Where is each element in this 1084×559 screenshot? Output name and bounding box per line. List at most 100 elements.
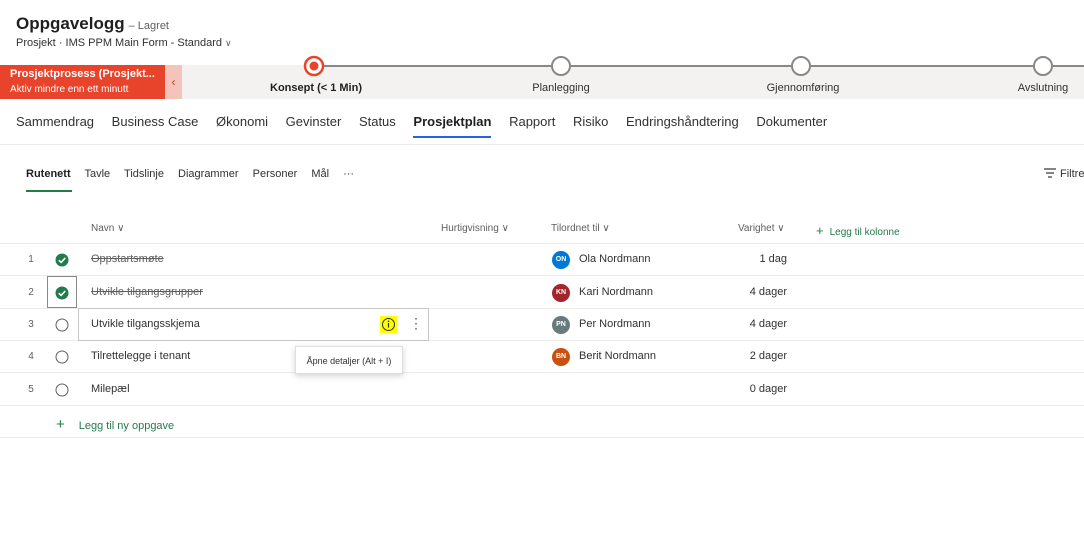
stage-marker-dot: [309, 61, 319, 71]
task-name[interactable]: Utvikle tilgangsskjema: [91, 318, 200, 330]
incomplete-circle-icon[interactable]: [55, 383, 69, 397]
form-tabs: Sammendrag Business Case Økonomi Gevinst…: [16, 114, 841, 138]
row-number: 2: [28, 287, 34, 298]
plus-icon: +: [816, 223, 824, 238]
more-icon[interactable]: ···: [343, 168, 354, 180]
avatar: PN: [552, 316, 570, 334]
task-duration[interactable]: 1 dag: [737, 253, 787, 265]
title-text: Oppgavelogg: [16, 14, 125, 33]
avatar: BN: [552, 348, 570, 366]
table-row[interactable]: 4 Tilrettelegge i tenant BN Berit Nordma…: [0, 341, 1084, 372]
tab-personer[interactable]: Personer: [253, 168, 298, 180]
row-number: 1: [28, 254, 34, 265]
column-header-name[interactable]: Navn ∨: [91, 223, 124, 234]
task-duration[interactable]: 2 dager: [737, 350, 787, 362]
stage-konsept[interactable]: Konsept (< 1 Min): [270, 82, 362, 94]
task-duration[interactable]: 4 dager: [737, 286, 787, 298]
assignee-name[interactable]: Ola Nordmann: [579, 253, 651, 265]
avatar: ON: [552, 251, 570, 269]
add-task-button[interactable]: + Legg til ny oppgave: [56, 416, 174, 433]
save-status: – Lagret: [128, 20, 169, 32]
tab-business-case[interactable]: Business Case: [112, 114, 199, 129]
column-header-duration[interactable]: Varighet ∨: [738, 223, 785, 234]
filter-label: Filtre: [1060, 168, 1084, 180]
assignee-name[interactable]: Kari Nordmann: [579, 286, 653, 298]
stage-marker[interactable]: [551, 56, 571, 76]
stage-marker[interactable]: [1033, 56, 1053, 76]
tab-prosjektplan[interactable]: Prosjektplan: [413, 114, 492, 138]
tab-mal[interactable]: Mål: [311, 168, 329, 180]
row-divider: [0, 405, 1084, 406]
tab-tidslinje[interactable]: Tidslinje: [124, 168, 164, 180]
more-options-icon[interactable]: ⋮: [409, 315, 423, 332]
task-name[interactable]: Utvikle tilgangsgrupper: [91, 286, 203, 298]
stage-avslutning[interactable]: Avslutning: [1018, 82, 1069, 94]
form-selector[interactable]: Prosjekt · IMS PPM Main Form - Standard ∨: [16, 37, 232, 49]
tab-risiko[interactable]: Risiko: [573, 114, 608, 129]
task-duration[interactable]: 0 dager: [737, 383, 787, 395]
page-title: Oppgavelogg – Lagret: [16, 14, 169, 34]
plus-icon: +: [56, 416, 65, 433]
filter-button[interactable]: Filtre: [1044, 168, 1084, 180]
table-row[interactable]: 1 Oppstartsmøte ON Ola Nordmann 1 dag: [0, 244, 1084, 275]
column-header-quickview[interactable]: Hurtigvisning ∨: [441, 223, 509, 234]
tab-okonomi[interactable]: Økonomi: [216, 114, 268, 129]
add-column-button[interactable]: + Legg til kolonne: [816, 223, 900, 238]
chevron-down-icon: ∨: [501, 223, 509, 234]
form-name: IMS PPM Main Form - Standard: [65, 37, 223, 49]
assignee-name[interactable]: Berit Nordmann: [579, 350, 656, 362]
tab-tavle[interactable]: Tavle: [84, 168, 110, 180]
tab-rutenett[interactable]: Rutenett: [26, 168, 71, 180]
column-name-label: Navn: [91, 223, 115, 234]
stage-gjennomforing[interactable]: Gjennomføring: [767, 82, 840, 94]
column-quickview-label: Hurtigvisning: [441, 223, 499, 234]
stage-marker[interactable]: [791, 56, 811, 76]
tab-endringshandtering[interactable]: Endringshåndtering: [626, 114, 739, 129]
process-name: Prosjektprosess (Prosjekt...: [10, 68, 155, 80]
entity-label: Prosjekt: [16, 37, 56, 49]
tab-dokumenter[interactable]: Dokumenter: [756, 114, 827, 129]
chevron-down-icon[interactable]: ∨: [225, 38, 232, 48]
task-duration[interactable]: 4 dager: [737, 318, 787, 330]
add-column-label: Legg til kolonne: [829, 227, 900, 238]
chevron-down-icon: ∨: [602, 223, 610, 234]
table-row[interactable]: 5 Milepæl 0 dager: [0, 373, 1084, 405]
incomplete-circle-icon[interactable]: [55, 318, 69, 332]
column-header-assigned[interactable]: Tilordnet til ∨: [551, 223, 610, 234]
divider: [0, 144, 1084, 145]
column-duration-label: Varighet: [738, 223, 775, 234]
avatar: KN: [552, 284, 570, 302]
filter-icon: [1044, 168, 1056, 178]
column-assigned-label: Tilordnet til: [551, 223, 600, 234]
task-name[interactable]: Milepæl: [91, 383, 130, 395]
info-icon[interactable]: [380, 316, 397, 333]
tab-rapport[interactable]: Rapport: [509, 114, 555, 129]
tooltip: Åpne detaljer (Alt + I): [295, 346, 403, 374]
task-name[interactable]: Oppstartsmøte: [91, 253, 164, 265]
selected-subtab-indicator: [26, 190, 72, 192]
tab-diagrammer[interactable]: Diagrammer: [178, 168, 239, 180]
task-name[interactable]: Tilrettelegge i tenant: [91, 350, 190, 362]
completed-check-icon[interactable]: [55, 286, 69, 300]
row-number: 5: [28, 384, 34, 395]
process-active-time: Aktiv mindre enn ett minutt: [10, 84, 129, 95]
row-number: 3: [28, 319, 34, 330]
incomplete-circle-icon[interactable]: [55, 350, 69, 364]
tab-sammendrag[interactable]: Sammendrag: [16, 114, 94, 129]
chevron-down-icon: ∨: [117, 223, 125, 234]
tab-gevinster[interactable]: Gevinster: [286, 114, 342, 129]
table-row[interactable]: 2 Utvikle tilgangsgrupper KN Kari Nordma…: [0, 276, 1084, 308]
tab-status[interactable]: Status: [359, 114, 396, 129]
stage-planlegging[interactable]: Planlegging: [532, 82, 590, 94]
completed-check-icon[interactable]: [55, 253, 69, 267]
add-task-label: Legg til ny oppgave: [78, 420, 175, 432]
separator: ·: [58, 37, 63, 49]
process-flyout-button[interactable]: Prosjektprosess (Prosjekt... Aktiv mindr…: [0, 65, 165, 99]
assignee-name[interactable]: Per Nordmann: [579, 318, 651, 330]
chevron-down-icon: ∨: [777, 223, 785, 234]
row-divider: [0, 437, 1084, 438]
chevron-left-icon[interactable]: ‹: [165, 65, 182, 99]
table-row[interactable]: 3 Utvikle tilgangsskjema ⋮ PN Per Nordma…: [0, 309, 1084, 340]
row-number: 4: [28, 351, 34, 362]
view-tabs: Rutenett Tavle Tidslinje Diagrammer Pers…: [26, 168, 365, 180]
